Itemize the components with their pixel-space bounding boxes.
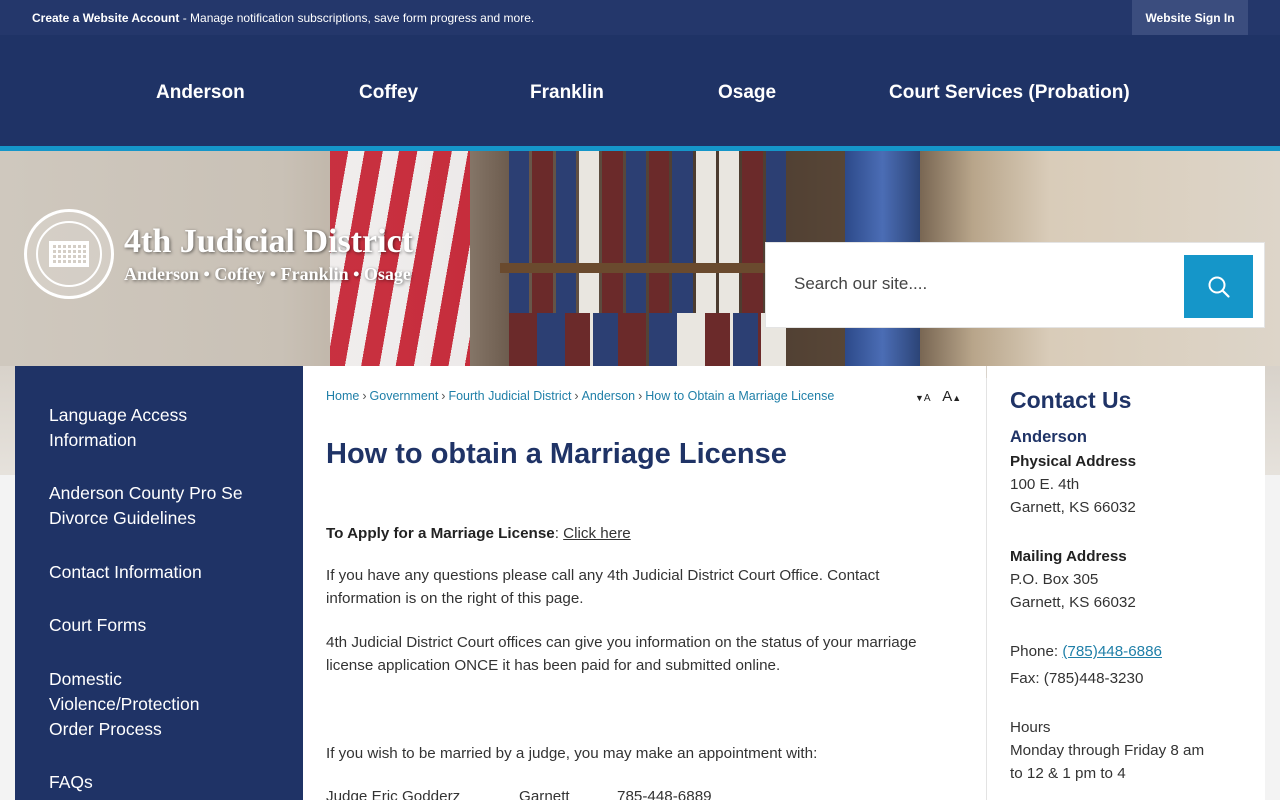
- breadcrumb: Home › Government › Fourth Judicial District…: [326, 389, 835, 403]
- search-icon: [1208, 276, 1230, 298]
- sidebar-nav: Language Access Information Anderson Cou…: [15, 366, 303, 800]
- site-title[interactable]: 4th Judicial District: [124, 223, 413, 261]
- sidebar-item-domestic-violence[interactable]: Domestic Violence/Protection Order Proce…: [49, 667, 249, 742]
- nav-item-anderson[interactable]: Anderson: [156, 82, 245, 104]
- contact-panel: Contact Us Anderson Physical Address 100…: [987, 366, 1265, 800]
- fax-line: Fax: (785)448-3230: [1010, 670, 1144, 687]
- account-message: Create a Website Account - Manage notifi…: [32, 11, 535, 25]
- apply-link[interactable]: Click here: [563, 525, 631, 542]
- shelf-board: [500, 263, 795, 273]
- judge-row: Judge Eric Godderz Garnett 785-448-6889: [326, 788, 712, 800]
- contact-heading: Contact Us: [1010, 387, 1132, 413]
- main-nav: Anderson Coffey Franklin Osage Court Ser…: [0, 35, 1280, 146]
- breadcrumb-anderson[interactable]: Anderson: [582, 389, 636, 403]
- nav-item-osage[interactable]: Osage: [718, 82, 776, 104]
- physical-address-label: Physical Address: [1010, 453, 1137, 470]
- contact-county: Anderson: [1010, 428, 1088, 446]
- search-box: [765, 242, 1265, 328]
- apply-line: To Apply for a Marriage License: Click h…: [326, 525, 631, 542]
- decrease-text-button[interactable]: ▼A: [915, 388, 931, 405]
- judge-paragraph: If you wish to be married by a judge, yo…: [326, 745, 818, 762]
- page-title: How to obtain a Marriage License: [326, 438, 787, 470]
- account-bar: Create a Website Account - Manage notifi…: [0, 0, 1280, 35]
- mailing-address-line1: P.O. Box 305: [1010, 571, 1099, 588]
- hours-line2: to 12 & 1 pm to 4: [1010, 765, 1126, 782]
- create-account-link[interactable]: Create a Website Account: [32, 11, 179, 25]
- mailing-address-label: Mailing Address: [1010, 548, 1127, 565]
- judge-phone: 785-448-6889: [617, 788, 712, 800]
- nav-item-franklin[interactable]: Franklin: [530, 82, 604, 104]
- breadcrumb-government[interactable]: Government: [370, 389, 439, 403]
- hours-line1: Monday through Friday 8 am: [1010, 742, 1205, 759]
- increase-text-button[interactable]: A▲: [942, 388, 961, 405]
- physical-address-line1: 100 E. 4th: [1010, 476, 1080, 493]
- breadcrumb-home[interactable]: Home: [326, 389, 359, 403]
- phone-link[interactable]: (785)448-6886: [1062, 643, 1162, 660]
- search-button[interactable]: [1184, 255, 1253, 318]
- questions-paragraph: If you have any questions please call an…: [326, 567, 880, 607]
- physical-address-line2: Garnett, KS 66032: [1010, 499, 1136, 516]
- breadcrumb-fourth-judicial[interactable]: Fourth Judicial District: [448, 389, 571, 403]
- sign-in-button[interactable]: Website Sign In: [1132, 0, 1248, 35]
- main-content: Home › Government › Fourth Judicial District…: [303, 366, 986, 800]
- breadcrumb-current[interactable]: How to Obtain a Marriage License: [645, 389, 834, 403]
- sidebar-item-contact-information[interactable]: Contact Information: [49, 560, 279, 585]
- hours-label: Hours: [1010, 719, 1051, 736]
- nav-item-court-services[interactable]: Court Services (Probation): [889, 82, 1130, 104]
- site-subtitle: Anderson • Coffey • Franklin • Osage: [124, 264, 411, 284]
- phone-line: Phone: (785)448-6886: [1010, 643, 1162, 660]
- sidebar-item-faqs[interactable]: FAQs: [49, 770, 279, 795]
- district-seal-icon[interactable]: [24, 209, 114, 299]
- sidebar-item-language-access[interactable]: Language Access Information: [49, 403, 279, 453]
- sidebar-item-court-forms[interactable]: Court Forms: [49, 613, 279, 638]
- bookshelf-bottom: [505, 313, 790, 368]
- apply-label: To Apply for a Marriage License: [326, 525, 555, 542]
- status-paragraph: 4th Judicial District Court offices can …: [326, 634, 917, 674]
- mailing-address-line2: Garnett, KS 66032: [1010, 594, 1136, 611]
- judge-city: Garnett: [519, 788, 570, 800]
- text-resize-controls: ▼A A▲: [915, 388, 961, 405]
- search-input[interactable]: [774, 251, 1186, 317]
- sidebar-item-pro-se-divorce[interactable]: Anderson County Pro Se Divorce Guideline…: [49, 481, 279, 531]
- judge-name: Judge Eric Godderz: [326, 788, 461, 800]
- nav-item-coffey[interactable]: Coffey: [359, 82, 418, 104]
